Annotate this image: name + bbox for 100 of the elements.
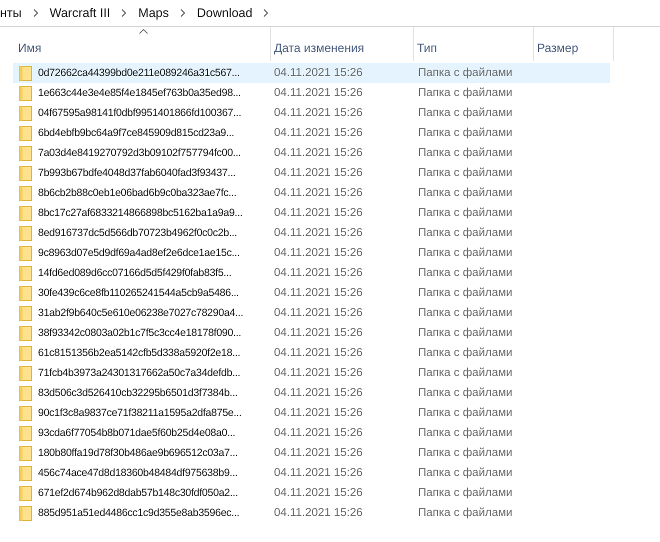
folder-icon — [19, 486, 32, 500]
chevron-right-icon[interactable] — [121, 9, 128, 17]
column-header[interactable]: Дата изменения — [271, 27, 414, 61]
date-modified: 04.11.2021 15:26 — [273, 287, 364, 299]
folder-name: 7b993b67bdfe4048d37fab6040fad3f93437... — [38, 167, 236, 179]
date-modified: 04.11.2021 15:26 — [273, 427, 364, 439]
folder-row[interactable]: 0d72662ca44399bd0e211e089246a31c567... 04.11.2021 15:26 Папка с файлами — [13, 63, 610, 83]
folder-name: 8ed916737dc5d566db70723b4962f0c0c2b... — [38, 227, 237, 239]
date-modified: 04.11.2021 15:26 — [273, 387, 364, 399]
item-type: Папка с файлами — [417, 227, 514, 239]
folder-icon — [19, 386, 32, 400]
folder-row[interactable]: 93cda6f77054b8b071dae5f60b25d4e08a0... 04.11.2021 15:26 Папка с файлами — [13, 423, 610, 443]
folder-row[interactable]: 8ed916737dc5d566db70723b4962f0c0c2b... 04.11.2021 15:26 Папка с файлами — [13, 223, 610, 243]
folder-icon — [19, 166, 32, 180]
folder-row[interactable]: 31ab2f9b640c5e610e06238e7027c78290a4... 04.11.2021 15:26 Папка с файлами — [13, 303, 610, 323]
date-modified: 04.11.2021 15:26 — [273, 447, 364, 459]
item-type: Папка с файлами — [417, 87, 514, 99]
folder-row[interactable]: 38f93342c0803a02b1c7f5c3cc4e18178f090... 04.11.2021 15:26 Папка с файлами — [13, 323, 610, 343]
date-modified: 04.11.2021 15:26 — [273, 87, 364, 99]
item-type: Папка с файлами — [417, 247, 514, 259]
item-type: Папка с файлами — [417, 107, 514, 119]
breadcrumb-item[interactable]: Download — [194, 6, 254, 20]
folder-name: 14fd6ed089d6cc07166d5d5f429f0fab83f5... — [38, 267, 232, 279]
folder-icon — [19, 406, 32, 420]
date-modified: 04.11.2021 15:26 — [273, 127, 364, 139]
date-modified: 04.11.2021 15:26 — [273, 267, 364, 279]
folder-name: 6bd4ebfb9bc64a9f7ce845909d815cd23a9... — [38, 127, 234, 139]
folder-icon — [19, 346, 32, 360]
item-type: Папка с файлами — [417, 307, 514, 319]
folder-row[interactable]: 14fd6ed089d6cc07166d5d5f429f0fab83f5... 04.11.2021 15:26 Папка с файлами — [13, 263, 610, 283]
folder-name: 671ef2d674b962d8dab57b148c30fdf050a2... — [38, 487, 238, 499]
item-type: Папка с файлами — [417, 207, 514, 219]
folder-icon — [19, 426, 32, 440]
column-header[interactable]: Имя — [15, 27, 271, 61]
date-modified: 04.11.2021 15:26 — [273, 167, 364, 179]
item-type: Папка с файлами — [417, 287, 514, 299]
folder-icon — [19, 186, 32, 200]
folder-row[interactable]: 04f67595a98141f0dbf9951401866fd100367... 04.11.2021 15:26 Папка с файлами — [13, 103, 610, 123]
folder-row[interactable]: 180b80ffa19d78f30b486ae9b696512c03a7... 04.11.2021 15:26 Папка с файлами — [13, 443, 610, 463]
breadcrumb-item[interactable]: нты — [0, 6, 24, 20]
folder-name: 8bc17c27af6833214866898bc5162ba1a9a9... — [38, 207, 243, 219]
date-modified: 04.11.2021 15:26 — [273, 367, 364, 379]
folder-name: 885d951a51ed4486cc1c9d355e8ab3596ec... — [38, 507, 240, 519]
folder-icon — [19, 366, 32, 380]
folder-row[interactable]: 1e663c44e3e4e85f4e1845ef763b0a35ed98... 04.11.2021 15:26 Папка с файлами — [13, 83, 610, 103]
column-header[interactable]: Тип — [414, 27, 534, 61]
folder-row[interactable]: 30fe439c6ce8fb110265241544a5cb9a5486... 04.11.2021 15:26 Папка с файлами — [13, 283, 610, 303]
folder-row[interactable]: 83d506c3d526410cb32295b6501d3f7384b... 04.11.2021 15:26 Папка с файлами — [13, 383, 610, 403]
date-modified: 04.11.2021 15:26 — [273, 407, 364, 419]
date-modified: 04.11.2021 15:26 — [273, 467, 364, 479]
folder-row[interactable]: 7a03d4e8419270792d3b09102f757794fc00... 04.11.2021 15:26 Папка с файлами — [13, 143, 610, 163]
breadcrumb-item[interactable]: Warcraft III — [48, 6, 112, 20]
item-type: Папка с файлами — [417, 327, 514, 339]
date-modified: 04.11.2021 15:26 — [273, 67, 364, 79]
date-modified: 04.11.2021 15:26 — [273, 187, 364, 199]
date-modified: 04.11.2021 15:26 — [273, 107, 364, 119]
folder-icon — [19, 66, 32, 80]
item-type: Папка с файлами — [417, 347, 514, 359]
chevron-right-icon[interactable] — [180, 9, 186, 17]
item-type: Папка с файлами — [417, 427, 514, 439]
folder-row[interactable]: 71fcb4b3973a24301317662a50c7a34defdb... 04.11.2021 15:26 Папка с файлами — [13, 363, 610, 383]
folder-name: 90c1f3c8a9837ce71f38211a1595a2dfa875e... — [38, 407, 242, 419]
folder-row[interactable]: 61c8151356b2ea5142cfb5d338a5920f2e18... 04.11.2021 15:26 Папка с файлами — [13, 343, 610, 363]
item-type: Папка с файлами — [417, 167, 514, 179]
folder-row[interactable]: 8bc17c27af6833214866898bc5162ba1a9a9... 04.11.2021 15:26 Папка с файлами — [13, 203, 610, 223]
folder-row[interactable]: 6bd4ebfb9bc64a9f7ce845909d815cd23a9... 04.11.2021 15:26 Папка с файлами — [13, 123, 610, 143]
folder-row[interactable]: 9c8963d07e5d9df69a4ad8ef2e6dce1ae15c... 04.11.2021 15:26 Папка с файлами — [13, 243, 610, 263]
breadcrumb-item[interactable]: Maps — [136, 6, 171, 20]
date-modified: 04.11.2021 15:26 — [273, 307, 364, 319]
folder-row[interactable]: 456c74ace47d8d18360b48484df975638b9... 04.11.2021 15:26 Папка с файлами — [13, 463, 610, 483]
folder-name: 38f93342c0803a02b1c7f5c3cc4e18178f090... — [38, 327, 242, 339]
date-modified: 04.11.2021 15:26 — [273, 147, 364, 159]
folder-row[interactable]: 671ef2d674b962d8dab57b148c30fdf050a2... 04.11.2021 15:26 Папка с файлами — [13, 483, 610, 503]
item-type: Папка с файлами — [417, 387, 514, 399]
item-type: Папка с файлами — [417, 367, 514, 379]
column-header[interactable]: Размер — [534, 27, 614, 61]
folder-name: 456c74ace47d8d18360b48484df975638b9... — [38, 467, 238, 479]
folder-row[interactable]: 7b993b67bdfe4048d37fab6040fad3f93437... 04.11.2021 15:26 Папка с файлами — [13, 163, 610, 183]
folder-icon — [19, 106, 32, 120]
folder-icon — [19, 446, 32, 460]
folder-name: 8b6cb2b88c0eb1e06bad6b9c0ba323ae7fc... — [38, 187, 236, 199]
chevron-right-icon[interactable] — [263, 9, 270, 17]
date-modified: 04.11.2021 15:26 — [273, 327, 364, 339]
chevron-right-icon[interactable] — [32, 9, 39, 17]
item-type: Папка с файлами — [417, 507, 514, 519]
folder-icon — [19, 326, 32, 340]
item-type: Папка с файлами — [417, 267, 514, 279]
item-type: Папка с файлами — [417, 447, 514, 459]
item-type: Папка с файлами — [417, 487, 514, 499]
item-type: Папка с файлами — [417, 127, 514, 139]
item-type: Папка с файлами — [417, 147, 514, 159]
folder-row[interactable]: 8b6cb2b88c0eb1e06bad6b9c0ba323ae7fc... 04.11.2021 15:26 Папка с файлами — [13, 183, 610, 203]
item-type: Папка с файлами — [417, 407, 514, 419]
folder-row[interactable]: 885d951a51ed4486cc1c9d355e8ab3596ec... 04.11.2021 15:26 Папка с файлами — [13, 503, 610, 523]
folder-row[interactable]: 90c1f3c8a9837ce71f38211a1595a2dfa875e... 04.11.2021 15:26 Папка с файлами — [13, 403, 610, 423]
sort-up-icon — [138, 29, 148, 34]
folder-icon — [19, 466, 32, 480]
folder-name: 93cda6f77054b8b071dae5f60b25d4e08a0... — [38, 427, 236, 439]
item-type: Папка с файлами — [417, 67, 514, 79]
folder-name: 7a03d4e8419270792d3b09102f757794fc00... — [38, 147, 241, 159]
